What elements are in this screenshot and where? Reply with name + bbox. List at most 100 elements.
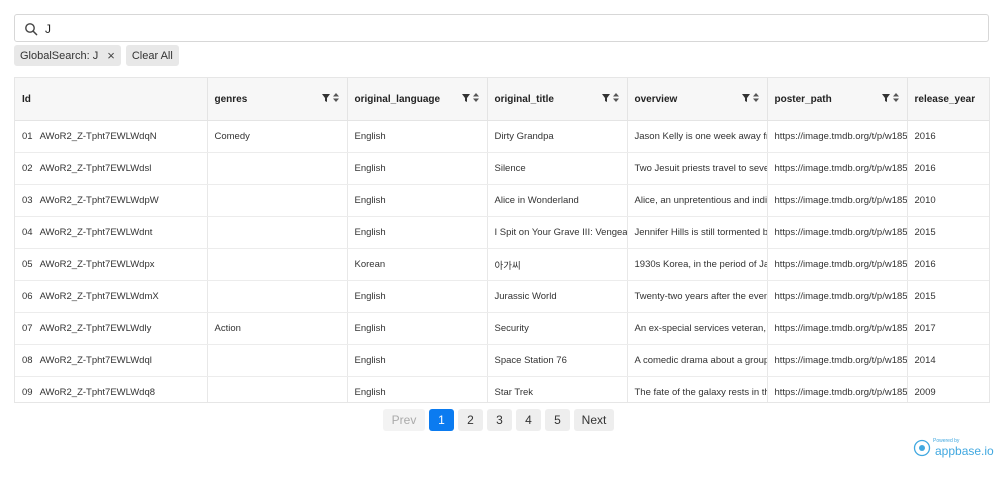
row-number: 05 [22, 259, 33, 270]
overview-cell: Jason Kelly is one week away from [627, 120, 768, 153]
column-header-label: release_year [914, 93, 976, 105]
poster-path-cell: https://image.tmdb.org/t/p/w185/ [767, 152, 908, 185]
title-cell: Silence [487, 152, 628, 185]
language-cell: English [347, 280, 488, 313]
poster-path-cell: https://image.tmdb.org/t/p/w185/ [767, 376, 908, 402]
close-icon[interactable]: × [107, 49, 115, 62]
table-row[interactable]: 02 AWoR2_Z-Tpht7EWLWdsl English Silence Two … [15, 152, 989, 185]
column-controls [741, 93, 759, 102]
release-year-cell: 2009 [907, 376, 989, 402]
global-search-chip[interactable]: GlobalSearch: J × [14, 45, 121, 66]
id-cell: 05 AWoR2_Z-Tpht7EWLWdpx [15, 248, 208, 281]
id-cell: 03 AWoR2_Z-Tpht7EWLWdpW [15, 184, 208, 217]
column-header-0: Id [15, 78, 208, 121]
powered-by-appbase[interactable]: Powered by appbase.io [913, 438, 994, 458]
genres-cell: Action [207, 312, 348, 345]
row-number: 02 [22, 163, 33, 174]
column-header-1[interactable]: genres [207, 78, 348, 121]
title-cell: Space Station 76 [487, 344, 628, 377]
table-row[interactable]: 03 AWoR2_Z-Tpht7EWLWdpW English Alice in Wo… [15, 184, 989, 217]
column-controls [461, 93, 479, 102]
genres-cell [207, 216, 348, 249]
table-row[interactable]: 08 AWoR2_Z-Tpht7EWLWdql English Space Stati… [15, 344, 989, 377]
release-year-cell: 2015 [907, 216, 989, 249]
column-header-4[interactable]: overview [627, 78, 768, 121]
language-cell: English [347, 120, 488, 153]
overview-cell: Twenty-two years after the events [627, 280, 768, 313]
sort-icon[interactable] [752, 93, 759, 102]
id-cell: 01 AWoR2_Z-Tpht7EWLWdqN [15, 120, 208, 153]
page-1-button[interactable]: 1 [429, 409, 454, 431]
row-number: 04 [22, 227, 33, 238]
language-cell: English [347, 184, 488, 217]
column-header-label: original_language [354, 93, 441, 105]
page-5-button[interactable]: 5 [545, 409, 570, 431]
column-header-2[interactable]: original_language [347, 78, 488, 121]
release-year-cell: 2016 [907, 152, 989, 185]
page-4-button[interactable]: 4 [516, 409, 541, 431]
column-controls [321, 93, 339, 102]
sort-icon[interactable] [892, 93, 899, 102]
poster-path-cell: https://image.tmdb.org/t/p/w185/ [767, 184, 908, 217]
filter-icon[interactable] [881, 93, 890, 102]
language-cell: English [347, 216, 488, 249]
row-id: AWoR2_Z-Tpht7EWLWdly [39, 323, 152, 334]
title-cell: Dirty Grandpa [487, 120, 628, 153]
row-number: 06 [22, 291, 33, 302]
row-number: 07 [22, 323, 33, 334]
genres-cell [207, 376, 348, 402]
row-id: AWoR2_Z-Tpht7EWLWdmX [39, 291, 159, 302]
title-cell: Jurassic World [487, 280, 628, 313]
column-header-label: overview [634, 93, 678, 105]
column-controls [881, 93, 899, 102]
genres-cell [207, 152, 348, 185]
search-icon [25, 23, 38, 36]
genres-cell [207, 184, 348, 217]
table-row[interactable]: 09 AWoR2_Z-Tpht7EWLWdq8 English Star Trek Th… [15, 376, 989, 402]
column-header-3[interactable]: original_title [487, 78, 628, 121]
filter-icon[interactable] [461, 93, 470, 102]
search-box[interactable] [14, 14, 989, 42]
prev-page-button[interactable]: Prev [383, 409, 425, 431]
table-row[interactable]: 01 AWoR2_Z-Tpht7EWLWdqN Comedy English Dirty… [15, 120, 989, 153]
sort-icon[interactable] [332, 93, 339, 102]
next-page-button[interactable]: Next [574, 409, 614, 431]
column-header-label: genres [214, 93, 248, 105]
clear-all-button[interactable]: Clear All [125, 45, 179, 66]
title-cell: I Spit on Your Grave III: Vengeance [487, 216, 628, 249]
results-table[interactable]: Id genres original_language original_title o… [14, 77, 990, 403]
id-cell: 08 AWoR2_Z-Tpht7EWLWdql [15, 344, 208, 377]
filter-icon[interactable] [601, 93, 610, 102]
sort-icon[interactable] [472, 93, 479, 102]
table-header-row: Id genres original_language original_title o… [15, 78, 989, 121]
id-cell: 09 AWoR2_Z-Tpht7EWLWdq8 [15, 376, 208, 402]
table-row[interactable]: 05 AWoR2_Z-Tpht7EWLWdpx Korean 아가씨 1930s Kor… [15, 248, 989, 281]
genres-cell: Comedy [207, 120, 348, 153]
pagination: Prev 1 2 3 4 5 Next [383, 409, 614, 431]
id-cell: 07 AWoR2_Z-Tpht7EWLWdly [15, 312, 208, 345]
filter-icon[interactable] [741, 93, 750, 102]
appbase-name: appbase.io [935, 444, 994, 458]
poster-path-cell: https://image.tmdb.org/t/p/w185/ [767, 344, 908, 377]
row-id: AWoR2_Z-Tpht7EWLWdpW [39, 195, 159, 206]
overview-cell: Two Jesuit priests travel to seventeenth [627, 152, 768, 185]
table-row[interactable]: 04 AWoR2_Z-Tpht7EWLWdnt English I Spit on Y… [15, 216, 989, 249]
filter-icon[interactable] [321, 93, 330, 102]
sort-icon[interactable] [612, 93, 619, 102]
poster-path-cell: https://image.tmdb.org/t/p/w185/ [767, 312, 908, 345]
column-header-label: Id [22, 93, 31, 105]
poster-path-cell: https://image.tmdb.org/t/p/w185/ [767, 120, 908, 153]
page-2-button[interactable]: 2 [458, 409, 483, 431]
global-search-chip-label: GlobalSearch: J [20, 49, 99, 62]
table-row[interactable]: 07 AWoR2_Z-Tpht7EWLWdly Action English Secur… [15, 312, 989, 345]
table-row[interactable]: 06 AWoR2_Z-Tpht7EWLWdmX English Jurassic Wo… [15, 280, 989, 313]
language-cell: English [347, 312, 488, 345]
row-id: AWoR2_Z-Tpht7EWLWdql [39, 355, 152, 366]
page-3-button[interactable]: 3 [487, 409, 512, 431]
column-header-5[interactable]: poster_path [767, 78, 908, 121]
overview-cell: The fate of the galaxy rests in the [627, 376, 768, 402]
search-input[interactable] [43, 19, 977, 39]
column-header-label: poster_path [774, 93, 832, 105]
language-cell: English [347, 376, 488, 402]
title-cell: Star Trek [487, 376, 628, 402]
